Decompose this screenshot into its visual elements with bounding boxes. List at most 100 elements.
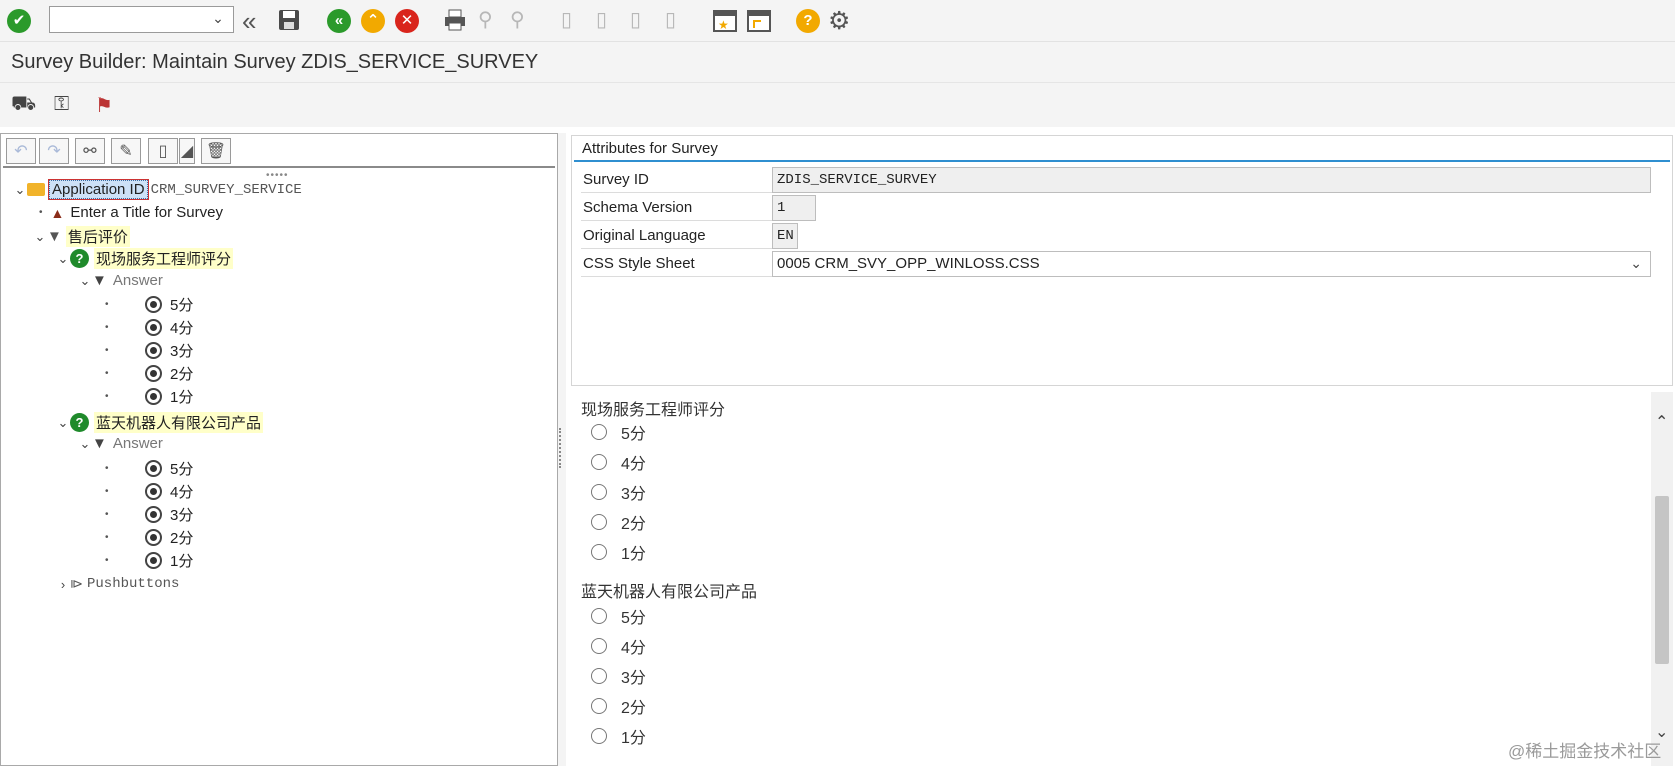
question-icon: ? (70, 413, 89, 432)
preview-scrollbar[interactable]: ⌃ ⌄ (1651, 392, 1673, 766)
radio-button[interactable] (591, 454, 607, 470)
display-icon[interactable]: ⚯ (75, 138, 105, 164)
vertical-splitter[interactable] (558, 133, 566, 766)
lock-icon[interactable]: ⚿ (54, 93, 69, 116)
help-icon[interactable]: ? (796, 9, 820, 33)
redo-icon[interactable]: ↷ (39, 138, 69, 164)
back-icon[interactable]: « (327, 9, 351, 33)
preview-question: 蓝天机器人有限公司产品 (581, 584, 758, 601)
schema-version-field[interactable]: 1 (772, 195, 816, 221)
cancel-icon[interactable]: ✕ (395, 9, 419, 33)
radio-button[interactable] (591, 514, 607, 530)
next-page-icon[interactable]: ▯ (630, 7, 641, 32)
preview-option[interactable]: 5分 (591, 420, 646, 444)
application-id-value: CRM_SURVEY_SERVICE (150, 181, 302, 198)
chevron-down-icon[interactable]: ⌄ (33, 229, 47, 245)
bullet-icon: • (105, 322, 109, 333)
css-style-sheet-value: 0005 CRM_SVY_OPP_WINLOSS.CSS (777, 255, 1040, 272)
tree-node-option[interactable]: • 4分 (105, 317, 193, 338)
prev-page-icon[interactable]: ▯ (596, 7, 607, 32)
tree-node-option[interactable]: • 2分 (105, 527, 193, 548)
delete-icon[interactable]: 🗑 (201, 138, 231, 164)
scrollbar-thumb[interactable] (1655, 496, 1669, 664)
preview-option[interactable]: 1分 (591, 540, 646, 564)
new-session-icon[interactable]: ★ (712, 8, 738, 34)
preview-option[interactable]: 2分 (591, 694, 646, 718)
tree-node-root[interactable]: ⌄ Application ID CRM_SURVEY_SERVICE (13, 179, 302, 200)
survey-id-field[interactable]: ZDIS_SERVICE_SURVEY (772, 167, 1651, 193)
chevron-down-icon[interactable]: ⌄ (78, 436, 92, 452)
chevron-up-icon[interactable]: ⌃ (1655, 412, 1668, 432)
tree-node-option[interactable]: • 3分 (105, 340, 193, 361)
radio-button[interactable] (591, 608, 607, 624)
tree-node-section[interactable]: ⌄ ▼ 售后评价 (33, 226, 130, 247)
chevron-down-icon[interactable]: ⌄ (56, 251, 70, 267)
preview-option[interactable]: 4分 (591, 450, 646, 474)
find-icon[interactable]: ⚲ (478, 7, 493, 32)
radio-option-icon (145, 552, 162, 569)
radio-button[interactable] (591, 698, 607, 714)
exit-icon[interactable]: ⌃ (361, 9, 385, 33)
css-style-sheet-select[interactable]: 0005 CRM_SVY_OPP_WINLOSS.CSS ⌄ (772, 251, 1651, 277)
attributes-panel: Attributes for Survey Survey ID ZDIS_SER… (571, 135, 1673, 386)
radio-button[interactable] (591, 668, 607, 684)
undo-icon[interactable]: ↶ (6, 138, 36, 164)
command-field[interactable]: ⌄ (49, 6, 234, 33)
enter-icon[interactable]: ✔ (7, 9, 31, 33)
preview-option[interactable]: 3分 (591, 664, 646, 688)
tree-node-option[interactable]: • 3分 (105, 504, 193, 525)
print-icon[interactable] (442, 7, 468, 33)
edit-icon[interactable]: ✎ (111, 138, 141, 164)
chevron-right-icon[interactable]: › (56, 577, 70, 592)
radio-button[interactable] (591, 484, 607, 500)
css-style-sheet-label: CSS Style Sheet (581, 250, 773, 277)
save-icon[interactable] (277, 8, 301, 32)
tree-node-option[interactable]: • 5分 (105, 458, 193, 479)
radio-button[interactable] (591, 544, 607, 560)
preview-option[interactable]: 1分 (591, 724, 646, 748)
system-toolbar: ✔ ⌄ « « ⌃ ✕ ⚲ ⚲ ▯ ▯ ▯ ▯ ★ ? ⚙ (0, 0, 1675, 42)
new-icon[interactable]: ▯ (148, 138, 178, 164)
tree-node-option[interactable]: • 5分 (105, 294, 193, 315)
preview-option[interactable]: 2分 (591, 510, 646, 534)
tree-node-pushbuttons[interactable]: › ⧐ Pushbuttons (56, 576, 180, 592)
tree-node-option[interactable]: • 1分 (105, 386, 193, 407)
pushbutton-icon[interactable]: ⚑ (95, 93, 113, 118)
schema-version-row: Schema Version 1 (581, 194, 1651, 221)
tree-node-option[interactable]: • 1分 (105, 550, 193, 571)
preview-option[interactable]: 4分 (591, 634, 646, 658)
tree-node-option[interactable]: • 2分 (105, 363, 193, 384)
chevron-down-icon[interactable]: ⌄ (78, 273, 92, 289)
find-next-icon[interactable]: ⚲ (510, 7, 525, 32)
bullet-icon: • (105, 486, 109, 497)
chevron-down-icon[interactable]: ⌄ (1630, 252, 1642, 276)
original-language-field[interactable]: EN (772, 223, 798, 249)
preview-option[interactable]: 3分 (591, 480, 646, 504)
original-language-label: Original Language (581, 222, 773, 249)
settings-icon[interactable]: ⚙ (828, 6, 850, 36)
chevron-down-icon[interactable]: ⌄ (211, 10, 225, 27)
radio-button[interactable] (591, 638, 607, 654)
radio-button[interactable] (591, 424, 607, 440)
application-id-label[interactable]: Application ID (48, 179, 149, 200)
last-page-icon[interactable]: ▯ (665, 7, 676, 32)
chevron-down-icon[interactable]: ⌄ (13, 182, 27, 198)
collapse-icon[interactable]: « (242, 6, 256, 37)
attributes-title: Attributes for Survey (582, 140, 718, 157)
chevron-down-icon[interactable]: ⌄ (56, 415, 70, 431)
tree-node-title[interactable]: • ▲ Enter a Title for Survey (39, 204, 223, 221)
tree-node-option[interactable]: • 4分 (105, 481, 193, 502)
first-page-icon[interactable]: ▯ (561, 7, 572, 32)
tree-node-answer[interactable]: ⌄ ▼ Answer (78, 435, 163, 452)
dropdown-icon[interactable]: ◢ (179, 138, 195, 164)
tree-node-question[interactable]: ⌄ ? 现场服务工程师评分 (56, 248, 234, 269)
option-label: 4分 (621, 640, 646, 657)
hierarchy-icon[interactable]: ⛟ (11, 93, 36, 118)
radio-button[interactable] (591, 728, 607, 744)
splitter-grip[interactable] (559, 428, 563, 468)
tree-node-question[interactable]: ⌄ ? 蓝天机器人有限公司产品 (56, 412, 264, 433)
question-label: 现场服务工程师评分 (94, 248, 234, 269)
shortcut-icon[interactable] (746, 8, 772, 34)
tree-node-answer[interactable]: ⌄ ▼ Answer (78, 272, 163, 289)
preview-option[interactable]: 5分 (591, 604, 646, 628)
